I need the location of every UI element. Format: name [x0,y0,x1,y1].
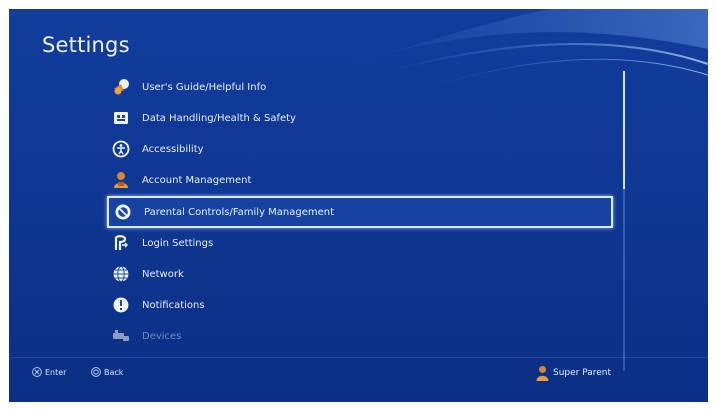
circle-button-icon [91,367,101,377]
settings-screen: Settings User's Guide/Helpful Info Data … [9,9,708,402]
user-indicator: Super Parent [536,365,611,381]
menu-item-users-guide[interactable]: User's Guide/Helpful Info [107,71,613,103]
user-name: Super Parent [553,368,612,378]
menu-item-devices[interactable]: Devices [107,320,613,352]
back-label: Back [104,367,124,377]
scrollbar-thumb[interactable] [623,71,625,189]
shield-icon [112,109,130,127]
avatar [536,365,549,381]
menu-item-label: Accessibility [142,143,204,155]
help-icon [112,78,130,96]
menu-item-label: Parental Controls/Family Management [144,206,335,218]
user-avatar-icon [536,366,549,381]
settings-menu: User's Guide/Helpful Info Data Handling/… [9,9,708,402]
menu-item-label: User's Guide/Helpful Info [142,81,267,93]
menu-item-notifications[interactable]: Notifications [107,289,613,321]
menu-item-accessibility[interactable]: Accessibility [107,133,613,165]
menu-item-parental-controls[interactable]: Parental Controls/Family Management [107,196,613,228]
notification-icon [112,296,130,314]
account-icon [112,171,130,189]
scrollbar[interactable] [623,71,625,371]
menu-item-label: Notifications [142,299,205,311]
enter-label: Enter [45,367,67,377]
menu-item-label: Network [142,268,184,280]
menu-item-label: Data Handling/Health & Safety [142,112,296,124]
controller-icon [112,327,130,345]
cross-button-icon [32,367,42,377]
menu-item-label: Account Management [142,174,252,186]
menu-item-label: Devices [142,330,182,342]
menu-item-account-management[interactable]: Account Management [107,164,613,196]
menu-item-data-handling[interactable]: Data Handling/Health & Safety [107,102,613,134]
enter-hint[interactable]: Enter [32,367,66,377]
menu-item-network[interactable]: Network [107,258,613,290]
parental-controls-icon [114,203,132,221]
menu-item-label: Login Settings [142,237,214,249]
accessibility-icon [112,140,130,158]
login-icon [112,234,130,252]
menu-item-login-settings[interactable]: Login Settings [107,227,613,259]
footer-divider [9,357,708,358]
footer-bar: Enter Back Super Parent [9,364,708,384]
globe-icon [112,265,130,283]
back-hint[interactable]: Back [91,367,123,377]
